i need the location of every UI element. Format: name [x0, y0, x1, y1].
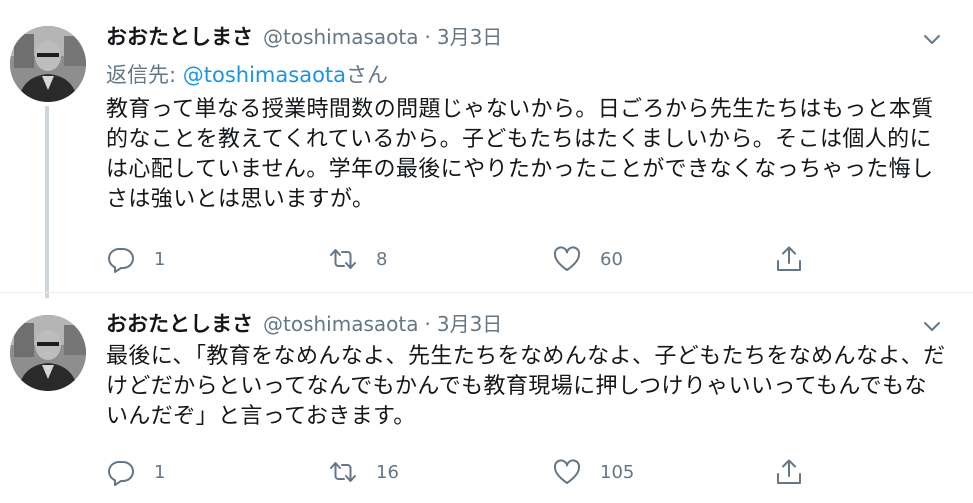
avatar[interactable]: [10, 315, 86, 391]
reply-to-line: 返信先: @toshimasaotaさん: [106, 60, 388, 90]
retweet-button[interactable]: 16: [328, 456, 399, 488]
tweet[interactable]: おおたとしまさ @toshimasaota · 3月3日 返信先: @toshimas…: [0, 0, 973, 298]
avatar-photo: [10, 315, 86, 391]
tweet-actions: 1 16 105: [106, 456, 826, 488]
tweet-date[interactable]: 3月3日: [437, 25, 502, 49]
user-handle[interactable]: @toshimasaota: [263, 25, 418, 49]
reply-button[interactable]: 1: [106, 243, 165, 275]
chevron-down-icon: [924, 322, 940, 331]
reply-to-suffix: さん: [346, 63, 389, 87]
like-count: 105: [600, 461, 635, 483]
separator-dot: ·: [424, 25, 431, 49]
retweet-count: 16: [376, 461, 399, 483]
share-button[interactable]: [774, 456, 804, 488]
tweet-header: おおたとしまさ @toshimasaota · 3月3日: [106, 309, 502, 339]
retweet-button[interactable]: 8: [328, 243, 387, 275]
separator-dot: ·: [424, 312, 431, 336]
like-count: 60: [600, 248, 623, 270]
tweet[interactable]: おおたとしまさ @toshimasaota · 3月3日 最後に、「教育をなめんなよ、…: [0, 292, 973, 503]
reply-to-mention-link[interactable]: @toshimasaota: [183, 63, 346, 87]
share-upload-icon: [777, 246, 801, 271]
like-button[interactable]: 105: [552, 456, 634, 488]
heart-outline-icon: [553, 459, 581, 484]
avatar-photo: [10, 26, 86, 102]
tweet-menu-button[interactable]: [921, 28, 943, 50]
reply-to-prefix: 返信先:: [106, 63, 183, 87]
display-name[interactable]: おおたとしまさ: [106, 312, 253, 336]
reply-count: 1: [154, 461, 166, 483]
avatar[interactable]: [10, 26, 86, 102]
like-button[interactable]: 60: [552, 243, 623, 275]
reply-count: 1: [154, 248, 166, 270]
display-name[interactable]: おおたとしまさ: [106, 25, 253, 49]
tweet-menu-button[interactable]: [921, 315, 943, 337]
user-handle[interactable]: @toshimasaota: [263, 312, 418, 336]
thread-connector-line: [45, 106, 49, 298]
tweet-text: 教育って単なる授業時間数の問題じゃないから。日ごろから先生たちはもっと本質的なこ…: [106, 97, 934, 212]
speech-bubble-icon: [108, 461, 134, 486]
chevron-down-icon: [924, 35, 940, 44]
speech-bubble-icon: [108, 248, 134, 273]
retweet-arrows-icon: [330, 462, 356, 482]
share-button[interactable]: [774, 243, 804, 275]
retweet-count: 8: [376, 248, 388, 270]
reply-button[interactable]: 1: [106, 456, 165, 488]
tweet-actions: 1 8 60: [106, 243, 826, 275]
tweet-header: おおたとしまさ @toshimasaota · 3月3日: [106, 22, 502, 52]
tweet-date[interactable]: 3月3日: [437, 312, 502, 336]
retweet-arrows-icon: [330, 249, 356, 269]
tweet-text: 最後に、「教育をなめんなよ、先生たちをなめんなよ、子どもたちをなめんなよ、だけど…: [106, 344, 946, 429]
heart-outline-icon: [553, 246, 581, 271]
share-upload-icon: [777, 459, 801, 484]
